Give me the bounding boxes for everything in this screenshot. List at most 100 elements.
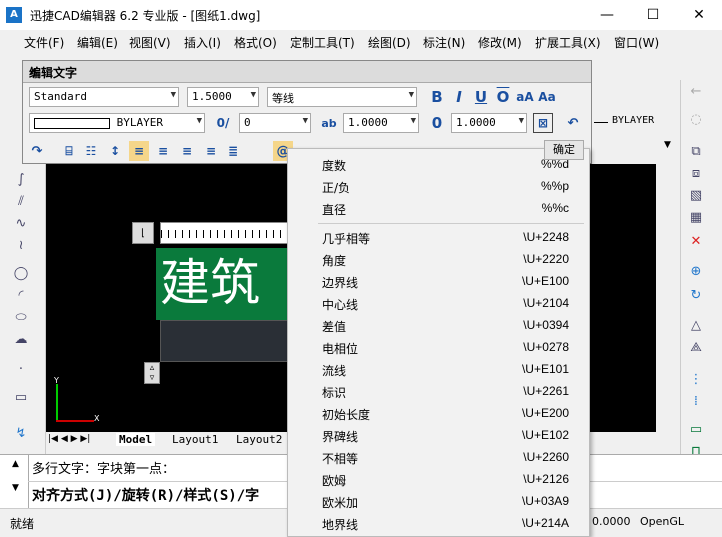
revcloud-icon[interactable]: ☁: [12, 330, 30, 348]
maximize-button[interactable]: ☐: [630, 0, 676, 30]
status-renderer[interactable]: OpenGL: [640, 515, 684, 528]
menu-edit[interactable]: 编辑(E): [77, 34, 118, 51]
line-spacing-icon[interactable]: ↕: [105, 141, 125, 161]
spline-icon[interactable]: ≀: [12, 236, 30, 254]
menu-item-plus-minus[interactable]: 正/负 %%p: [288, 175, 589, 197]
stretch-icon[interactable]: ⟁: [687, 338, 705, 356]
text-sample[interactable]: 建筑: [156, 248, 290, 320]
cmd-scroll-down-icon[interactable]: ▼: [12, 483, 19, 493]
menu-view[interactable]: 视图(V): [129, 34, 171, 51]
menu-item-monument-line[interactable]: 界碑线 \U+E102: [288, 424, 589, 446]
minimize-button[interactable]: —: [584, 0, 630, 30]
menu-item-initial-length[interactable]: 初始长度 \U+E200: [288, 402, 589, 424]
underline-button[interactable]: U: [471, 87, 491, 107]
bullet-list-icon[interactable]: ☷: [81, 141, 101, 161]
align-left-icon[interactable]: ≡: [129, 141, 149, 161]
layer-field[interactable]: BYLAYER: [592, 112, 678, 134]
menu-item-centerline[interactable]: 中心线 \U+2104: [288, 292, 589, 314]
oblique-combo[interactable]: 0 ▼: [239, 113, 311, 133]
resize-handle-icon[interactable]: ▵ ▿: [144, 362, 160, 384]
menu-ext-tools[interactable]: 扩展工具(X): [535, 34, 601, 51]
background-mask-icon[interactable]: ⊠: [533, 113, 553, 133]
ellipse-icon[interactable]: ⬭: [12, 308, 30, 326]
tab-nav-icon[interactable]: |◀ ◀ ▶ ▶|: [48, 434, 90, 444]
menu-insert[interactable]: 插入(I): [184, 34, 221, 51]
menu-draw[interactable]: 绘图(D): [368, 34, 411, 51]
height-combo[interactable]: 1.5000 ▼: [187, 87, 259, 107]
line-icon[interactable]: ∫: [12, 170, 30, 188]
menu-custom-tools[interactable]: 定制工具(T): [290, 34, 355, 51]
cmd-prompt-line[interactable]: 对齐方式(J)/旋转(R)/样式(S)/字: [32, 485, 259, 505]
close-button[interactable]: ✕: [676, 0, 722, 30]
menu-item-not-equal[interactable]: 不相等 \U+2260: [288, 446, 589, 468]
overline-button[interactable]: O: [493, 87, 513, 107]
array-icon[interactable]: ▦: [687, 208, 705, 226]
menu-format[interactable]: 格式(O): [234, 34, 277, 51]
scale-icon[interactable]: △: [687, 316, 705, 334]
move-icon[interactable]: ⊕: [687, 262, 705, 280]
text-ruler[interactable]: [160, 222, 290, 244]
menu-item-diameter[interactable]: 直径 %%c: [288, 197, 589, 219]
menu-window[interactable]: 窗口(W): [614, 34, 659, 51]
menu-file[interactable]: 文件(F): [24, 34, 64, 51]
copy-icon[interactable]: ⧉: [687, 142, 705, 160]
extend-icon[interactable]: ⁞: [687, 392, 705, 410]
rotate-icon[interactable]: ↻: [687, 286, 705, 304]
justify-icon[interactable]: ≡: [201, 141, 221, 161]
mirror-icon[interactable]: ⧈: [687, 164, 705, 182]
font-combo[interactable]: 等线 ▼: [267, 87, 417, 107]
uppercase-icon[interactable]: aA: [515, 87, 535, 107]
menu-item-almost-equal[interactable]: 几乎相等 \U+2248: [288, 226, 589, 248]
lowercase-icon[interactable]: Aa: [537, 87, 557, 107]
menu-item-boundary-line[interactable]: 边界线 \U+E100: [288, 270, 589, 292]
italic-button[interactable]: I: [449, 87, 469, 107]
text-frame-icon[interactable]: ⌸: [59, 141, 79, 161]
point-icon[interactable]: ·: [12, 360, 30, 378]
arrow-left-icon[interactable]: ←: [687, 82, 705, 100]
ok-button[interactable]: 确定: [544, 140, 584, 160]
bold-button[interactable]: B: [427, 87, 447, 107]
align-center-icon[interactable]: ≡: [153, 141, 173, 161]
height-value: 1.5000: [192, 90, 232, 103]
tab-layout1[interactable]: Layout1: [172, 433, 218, 446]
trim-icon[interactable]: ⋮: [687, 370, 705, 388]
arc-icon[interactable]: ◌: [687, 110, 705, 128]
redo-icon[interactable]: ↷: [27, 141, 47, 161]
menu-item-ohm[interactable]: 欧姆 \U+2126: [288, 468, 589, 490]
rectangle-icon[interactable]: ▭: [12, 388, 30, 406]
style-value: Standard: [34, 90, 87, 103]
menu-item-angle[interactable]: 角度 \U+2220: [288, 248, 589, 270]
tracking-combo[interactable]: 1.0000 ▼: [343, 113, 419, 133]
menu-dimension[interactable]: 标注(N): [423, 34, 465, 51]
undo-icon[interactable]: ↶: [563, 113, 583, 133]
menu-item-identity[interactable]: 标识 \U+2261: [288, 380, 589, 402]
toolbar-expand-icon[interactable]: ▼: [664, 140, 671, 150]
text-frame-corner-icon[interactable]: ⌊: [132, 222, 154, 244]
xline-icon[interactable]: ⫽: [12, 192, 30, 210]
erase-icon[interactable]: ✕: [687, 232, 705, 250]
menu-item-flow-line[interactable]: 流线 \U+E101: [288, 358, 589, 380]
break-icon[interactable]: ▭: [687, 420, 705, 438]
arc-draw-icon[interactable]: ◜: [12, 286, 30, 304]
dialog-titlebar[interactable]: 编辑文字 ✕: [23, 61, 591, 83]
distribute-icon[interactable]: ≣: [223, 141, 243, 161]
menu-item-omega[interactable]: 欧米加 \U+03A9: [288, 490, 589, 512]
menu-item-property-line[interactable]: 地界线 \U+214A: [288, 512, 589, 534]
hatch-icon[interactable]: ↯: [12, 424, 30, 442]
cmd-scroll-up-icon[interactable]: ▲: [12, 459, 19, 469]
tab-model[interactable]: Model: [116, 433, 156, 446]
color-combo[interactable]: BYLAYER ▼: [29, 113, 205, 133]
offset-icon[interactable]: ▧: [687, 186, 705, 204]
menu-modify[interactable]: 修改(M): [478, 34, 522, 51]
polyline-icon[interactable]: ∿: [12, 214, 30, 232]
chevron-down-icon: ▼: [408, 90, 414, 100]
menu-item-electrical-phase[interactable]: 电相位 \U+0278: [288, 336, 589, 358]
dialog-close-icon[interactable]: ✕: [29, 64, 585, 78]
align-right-icon[interactable]: ≡: [177, 141, 197, 161]
tab-layout2[interactable]: Layout2: [236, 433, 282, 446]
menu-item-delta[interactable]: 差值 \U+0394: [288, 314, 589, 336]
circle-icon[interactable]: ◯: [12, 264, 30, 282]
text-edit-area[interactable]: [160, 320, 290, 362]
style-combo[interactable]: Standard ▼: [29, 87, 179, 107]
width-combo[interactable]: 1.0000 ▼: [451, 113, 527, 133]
